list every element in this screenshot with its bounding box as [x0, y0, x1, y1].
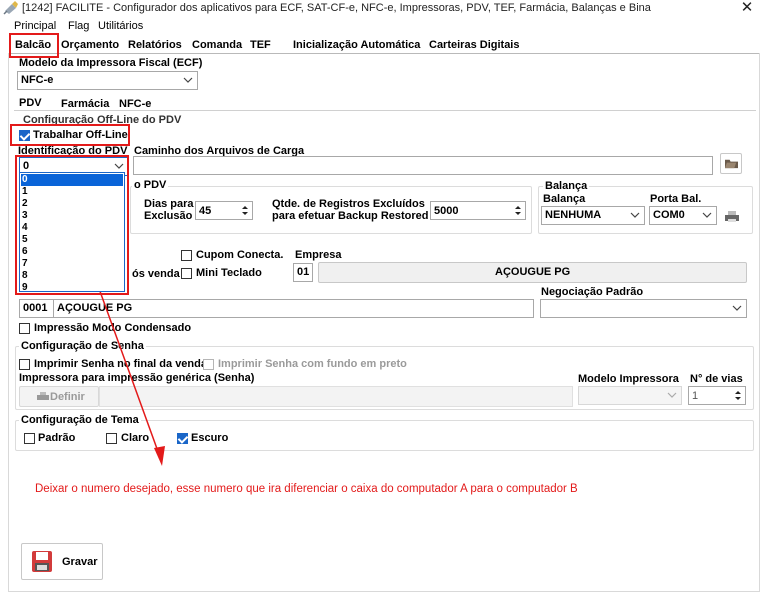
dias-stepper[interactable]: 45: [195, 201, 253, 220]
chevron-down-icon: [702, 212, 712, 218]
tema-claro-checkbox[interactable]: [106, 433, 117, 444]
empresa-label: Empresa: [295, 249, 342, 261]
tab-carteiras[interactable]: Carteiras Digitais: [429, 39, 519, 51]
tema-escuro-checkbox[interactable]: [177, 433, 188, 444]
menu-flag[interactable]: Flag: [68, 20, 89, 32]
empresa-code[interactable]: 01: [293, 263, 313, 282]
balanca-group-label: Balança: [543, 180, 590, 192]
folder-icon: [725, 159, 738, 169]
chevron-down-icon: [732, 305, 742, 311]
tema-group-label: Configuração de Tema: [19, 414, 141, 426]
tema-padrao-checkbox[interactable]: [24, 433, 35, 444]
registros-label-1: Qtde. de Registros Excluídos: [272, 198, 425, 210]
cupom-conecta-checkbox[interactable]: [181, 250, 192, 261]
dias-label-2: Exclusão: [144, 210, 193, 222]
senha-group-label: Configuração de Senha: [19, 340, 146, 352]
negociacao-select[interactable]: [540, 299, 747, 318]
registros-label-2: para efetuar Backup Restored: [272, 210, 429, 222]
condensado-checkbox[interactable]: [19, 323, 30, 334]
title-bar: [1242] FACILITE - Configurador dos aplic…: [0, 0, 764, 18]
tab-tef[interactable]: TEF: [250, 39, 271, 51]
imprimir-final-label: Imprimir Senha no final da venda: [34, 358, 207, 370]
subtab-nfce[interactable]: NFC-e: [119, 98, 151, 110]
gravar-button[interactable]: Gravar: [21, 543, 103, 580]
mini-teclado-checkbox[interactable]: [181, 268, 192, 279]
tab-inicializacao[interactable]: Inicialização Automática: [293, 39, 420, 51]
impressora-display: [99, 386, 573, 407]
modelo-ecf-label: Modelo da Impressora Fiscal (ECF): [19, 57, 203, 69]
browse-button[interactable]: [720, 153, 742, 174]
imprimir-final-checkbox[interactable]: [19, 359, 30, 370]
venda-partial-label: ós venda: [132, 268, 180, 280]
chevron-down-icon: [667, 392, 677, 398]
tab-orcamento[interactable]: Orçamento: [61, 39, 119, 51]
window-title: [1242] FACILITE - Configurador dos aplic…: [22, 2, 651, 14]
menu-bar: Principal Flag Utilitários: [0, 18, 764, 35]
tema-padrao-label: Padrão: [38, 432, 76, 444]
dias-label-1: Dias para: [144, 198, 194, 210]
impressora-label: Impressora para impressão genérica (Senh…: [19, 372, 255, 384]
porta-select[interactable]: COM0: [649, 206, 717, 225]
menu-utilitarios[interactable]: Utilitários: [98, 20, 143, 32]
modelo-ecf-select[interactable]: NFC-e: [17, 71, 198, 90]
menu-principal[interactable]: Principal: [14, 20, 56, 32]
annotation-text: Deixar o numero desejado, esse numero qu…: [35, 483, 578, 495]
mini-teclado-label: Mini Teclado: [196, 267, 262, 279]
app-icon: [3, 1, 18, 15]
spin-arrows-icon[interactable]: [241, 205, 249, 216]
subtab-pdv[interactable]: PDV: [19, 97, 42, 109]
registros-stepper[interactable]: 5000: [430, 201, 526, 220]
load-path-input[interactable]: [133, 156, 713, 175]
balanca-select[interactable]: NENHUMA: [541, 206, 645, 225]
condensado-label: Impressão Modo Condensado: [34, 322, 192, 334]
porta-label: Porta Bal.: [650, 193, 702, 205]
highlight-pdv-id: [15, 155, 129, 295]
vias-label: N° de vias: [690, 373, 743, 385]
definir-label: Definir: [50, 391, 85, 403]
empresa-name-button[interactable]: AÇOUGUE PG: [318, 262, 747, 283]
negociacao-label: Negociação Padrão: [541, 286, 644, 298]
balanca-label: Balança: [543, 193, 586, 205]
imprimir-fundo-label: Imprimir Senha com fundo em preto: [218, 358, 407, 370]
cupom-conecta-label: Cupom Conecta.: [196, 249, 284, 261]
subtab-divider: [14, 110, 756, 111]
definir-button[interactable]: Definir: [19, 386, 99, 407]
highlight-offline: [10, 124, 130, 146]
tema-claro-label: Claro: [121, 432, 150, 444]
spin-arrows-icon[interactable]: [514, 205, 522, 216]
loja-name[interactable]: AÇOUGUE PG: [53, 299, 534, 318]
printer-icon[interactable]: [724, 210, 740, 223]
subtab-farmacia[interactable]: Farmácia: [61, 98, 109, 110]
spin-arrows-icon[interactable]: [734, 390, 742, 401]
modelo-impressora-select[interactable]: [578, 386, 682, 405]
tab-relatorios[interactable]: Relatórios: [128, 39, 182, 51]
main-tabs: Balcão Orçamento Relatórios Comanda TEF …: [8, 36, 760, 54]
gravar-label: Gravar: [62, 556, 98, 568]
close-icon[interactable]: ✕: [738, 0, 756, 16]
tema-escuro-label: Escuro: [191, 432, 229, 444]
loja-code[interactable]: 0001: [19, 299, 54, 318]
vias-stepper[interactable]: 1: [688, 386, 746, 405]
tab-comanda[interactable]: Comanda: [192, 39, 242, 51]
modelo-ecf-value: NFC-e: [21, 74, 54, 86]
save-icon: [32, 551, 52, 572]
chevron-down-icon: [630, 212, 640, 218]
chevron-down-icon: [183, 77, 193, 83]
backup-group-label: o PDV: [132, 179, 169, 191]
printer-icon: [37, 392, 49, 400]
imprimir-fundo-checkbox[interactable]: [203, 359, 214, 370]
empresa-name: AÇOUGUE PG: [495, 266, 571, 278]
modelo-impressora-label: Modelo Impressora: [578, 373, 679, 385]
